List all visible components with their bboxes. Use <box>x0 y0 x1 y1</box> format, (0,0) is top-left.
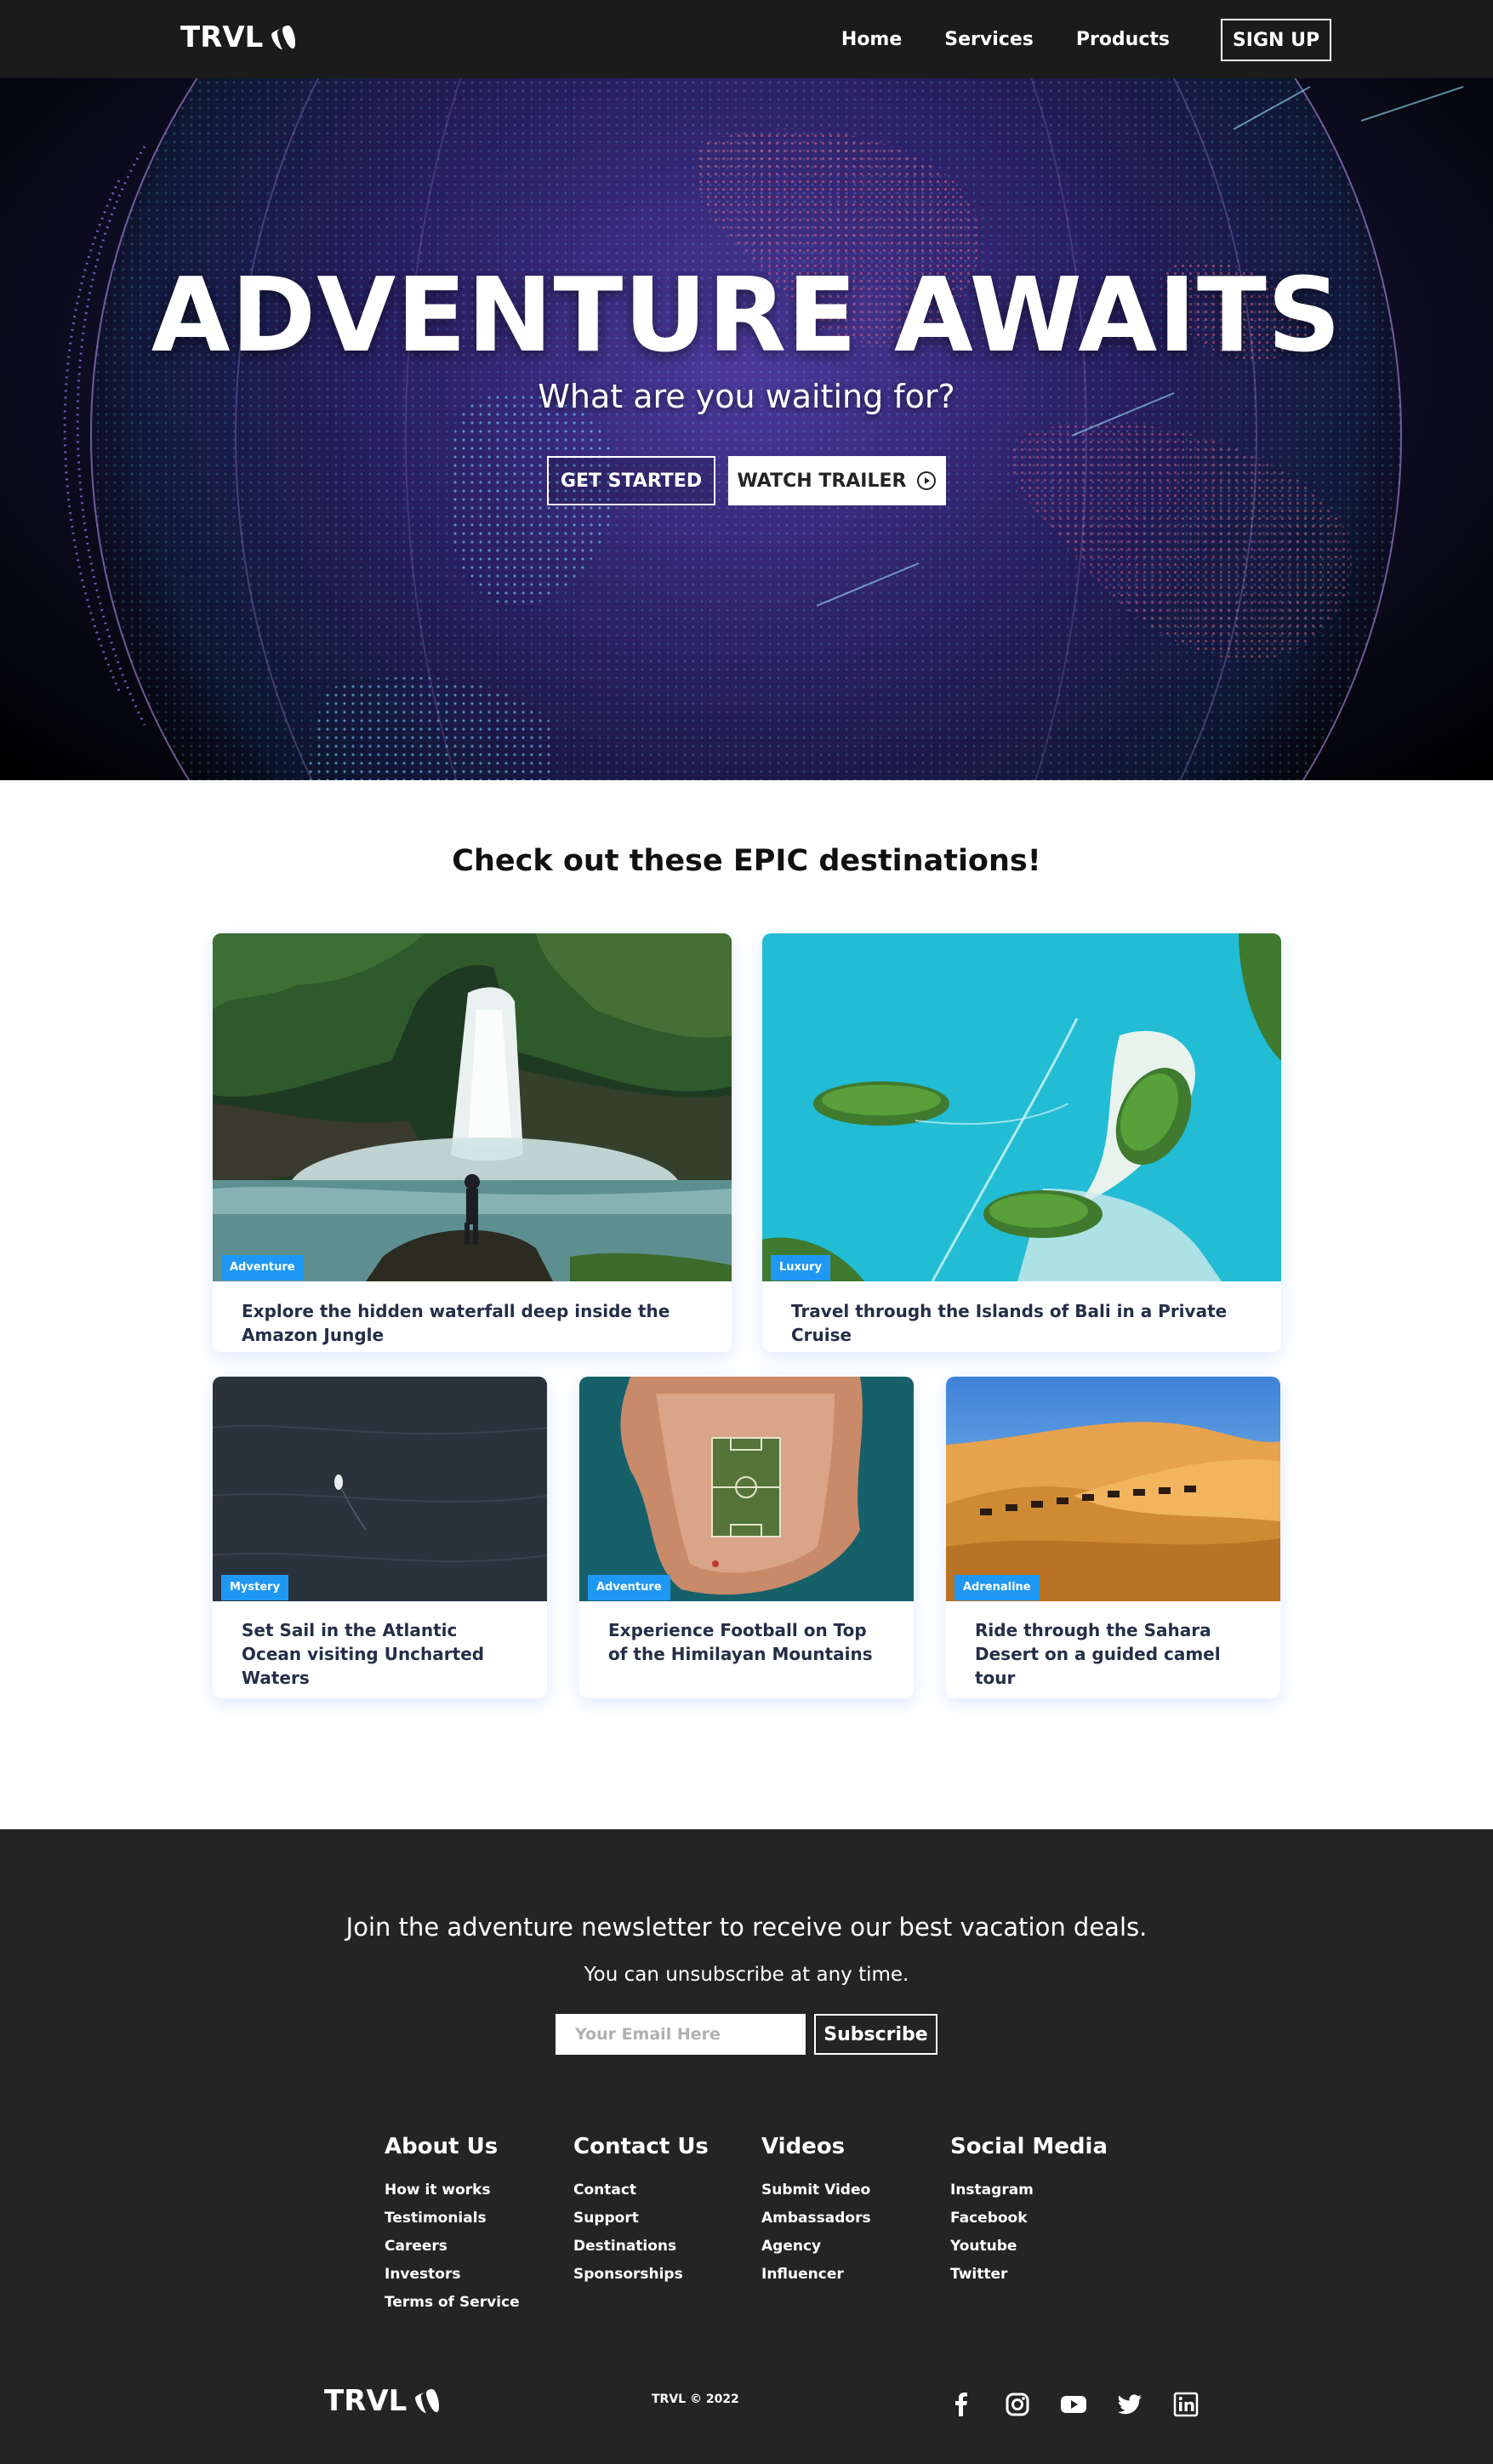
footer-column-title: Videos <box>761 2134 846 2159</box>
watch-trailer-label: WATCH TRAILER <box>737 470 907 492</box>
footer-column-title: Contact Us <box>573 2134 709 2159</box>
footer-column-title: About Us <box>385 2134 499 2159</box>
footer-column-title: Social Media <box>950 2134 1108 2159</box>
logo-text: TRVL <box>180 20 264 54</box>
hero-buttons: GET STARTED WATCH TRAILER <box>0 456 1493 505</box>
footer-column-about: About Us How it works Testimonials Caree… <box>385 2134 520 2317</box>
destination-card-waterfall[interactable]: Adventure Explore the hidden waterfall d… <box>213 933 732 1352</box>
watch-trailer-button[interactable]: WATCH TRAILER <box>728 456 946 505</box>
subscribe-button[interactable]: Subscribe <box>814 2014 937 2055</box>
facebook-icon[interactable] <box>946 2391 977 2418</box>
footer-link-support[interactable]: Support <box>573 2204 709 2233</box>
copyright: TRVL © 2022 <box>652 2393 739 2406</box>
card-caption: Explore the hidden waterfall deep inside… <box>242 1301 670 1345</box>
card-image-sahara <box>946 1377 1280 1601</box>
footer-link-youtube[interactable]: Youtube <box>950 2233 1108 2261</box>
footer-column-videos: Videos Submit Video Ambassadors Agency I… <box>761 2134 871 2289</box>
newsletter-heading: Join the adventure newsletter to receive… <box>345 1913 1148 1942</box>
card-caption: Ride through the Sahara Desert on a guid… <box>975 1620 1221 1688</box>
card-caption: Set Sail in the Atlantic Ocean visiting … <box>242 1620 485 1688</box>
footer-link-submit-video[interactable]: Submit Video <box>761 2176 871 2204</box>
email-input[interactable] <box>556 2014 806 2055</box>
get-started-button[interactable]: GET STARTED <box>547 456 715 505</box>
footer: Join the adventure newsletter to receive… <box>0 1829 1493 2464</box>
social-icons <box>946 2391 1201 2418</box>
footer-link-contact[interactable]: Contact <box>573 2176 709 2204</box>
hero-section: ADVENTURE AWAITS What are you waiting fo… <box>0 78 1493 780</box>
footer-column-social: Social Media Instagram Facebook Youtube … <box>950 2134 1108 2289</box>
card-tag: Adventure <box>588 1575 670 1600</box>
hero-title: ADVENTURE AWAITS <box>151 257 1342 375</box>
footer-link-facebook[interactable]: Facebook <box>950 2204 1108 2233</box>
hero-subtitle: What are you waiting for? <box>538 378 955 415</box>
destination-card-sahara[interactable]: Adrenaline Ride through the Sahara Deser… <box>946 1377 1280 1698</box>
footer-column-contact: Contact Us Contact Support Destinations … <box>573 2134 709 2289</box>
nav-links: Home Services Products <box>841 0 1170 78</box>
instagram-icon[interactable] <box>1002 2391 1033 2418</box>
footer-link-ambassadors[interactable]: Ambassadors <box>761 2204 871 2233</box>
destination-card-bali[interactable]: Luxury Travel through the Islands of Bal… <box>762 933 1281 1352</box>
hero-globe-background <box>63 78 1464 780</box>
card-caption: Travel through the Islands of Bali in a … <box>791 1301 1228 1345</box>
footer-link-destinations[interactable]: Destinations <box>573 2233 709 2261</box>
card-image-atlantic <box>213 1377 547 1601</box>
card-tag: Mystery <box>221 1575 289 1600</box>
newsletter-form: Subscribe <box>556 2014 937 2055</box>
footer-link-instagram[interactable]: Instagram <box>950 2176 1108 2204</box>
destinations-heading: Check out these EPIC destinations! <box>452 844 1041 878</box>
nav-home-link[interactable]: Home <box>841 29 902 50</box>
typo3-logo-icon <box>415 2389 440 2413</box>
footer-link-agency[interactable]: Agency <box>761 2233 871 2261</box>
card-image-waterfall <box>213 933 732 1281</box>
signup-button[interactable]: SIGN UP <box>1221 19 1331 61</box>
card-image-bali <box>762 933 1281 1281</box>
play-circle-icon <box>917 471 937 490</box>
linkedin-icon[interactable] <box>1171 2391 1201 2418</box>
footer-logo-text: TRVL <box>324 2384 407 2418</box>
typo3-logo-icon <box>271 26 296 49</box>
footer-logo[interactable]: TRVL <box>324 2384 440 2418</box>
footer-link-terms[interactable]: Terms of Service <box>385 2289 520 2317</box>
footer-link-investors[interactable]: Investors <box>385 2261 520 2289</box>
destination-card-football[interactable]: Adventure Experience Football on Top of … <box>579 1377 914 1698</box>
twitter-icon[interactable] <box>1114 2391 1145 2418</box>
newsletter-subtext: You can unsubscribe at any time. <box>584 1964 909 1986</box>
footer-link-testimonials[interactable]: Testimonials <box>385 2204 520 2233</box>
nav-services-link[interactable]: Services <box>944 29 1034 50</box>
card-image-football <box>579 1377 914 1601</box>
card-tag: Adventure <box>221 1255 304 1280</box>
card-caption: Experience Football on Top of the Himila… <box>608 1620 873 1664</box>
card-tag: Adrenaline <box>954 1575 1040 1600</box>
nav-products-link[interactable]: Products <box>1076 29 1170 50</box>
footer-link-influencer[interactable]: Influencer <box>761 2261 871 2289</box>
destination-card-atlantic[interactable]: Mystery Set Sail in the Atlantic Ocean v… <box>213 1377 547 1698</box>
nav-logo[interactable]: TRVL <box>180 20 296 54</box>
navbar: TRVL Home Services Products SIGN UP <box>0 0 1493 78</box>
footer-link-how-it-works[interactable]: How it works <box>385 2176 520 2204</box>
footer-link-sponsorships[interactable]: Sponsorships <box>573 2261 709 2289</box>
footer-link-careers[interactable]: Careers <box>385 2233 520 2261</box>
youtube-icon[interactable] <box>1058 2391 1089 2418</box>
footer-link-twitter[interactable]: Twitter <box>950 2261 1108 2289</box>
card-tag: Luxury <box>771 1255 831 1280</box>
